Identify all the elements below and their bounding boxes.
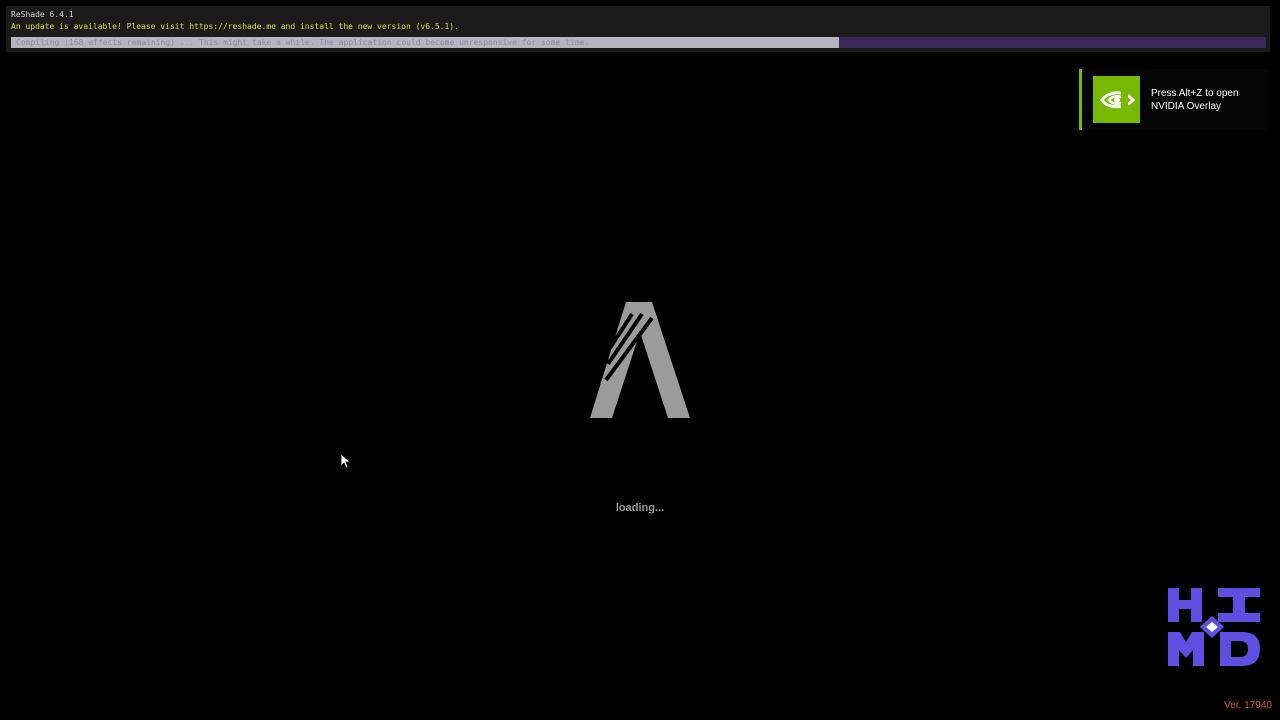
reshade-update-message: An update is available! Please visit htt… — [11, 22, 459, 31]
game-logo-icon — [588, 300, 692, 420]
reshade-overlay: ReShade 6.4.1 An update is available! Pl… — [6, 6, 1270, 52]
compile-progress-bar: Compiling (168 effects remaining) ... Th… — [11, 37, 1266, 48]
nvidia-overlay-notification: Press Alt+Z to open NVIDIA Overlay — [1079, 69, 1269, 130]
game-screen: ReShade 6.4.1 An update is available! Pl… — [0, 0, 1280, 720]
watermark-logo-icon — [1166, 586, 1262, 668]
compile-status-text: Compiling (168 effects remaining) ... Th… — [16, 38, 590, 47]
version-label: Ver. 17940 — [1224, 700, 1272, 711]
nvidia-overlay-message: Press Alt+Z to open NVIDIA Overlay — [1151, 88, 1239, 112]
loading-text: loading... — [615, 502, 665, 514]
nvidia-eye-icon — [1093, 76, 1140, 123]
mouse-pointer-icon — [340, 453, 352, 469]
reshade-title: ReShade 6.4.1 — [11, 10, 74, 19]
